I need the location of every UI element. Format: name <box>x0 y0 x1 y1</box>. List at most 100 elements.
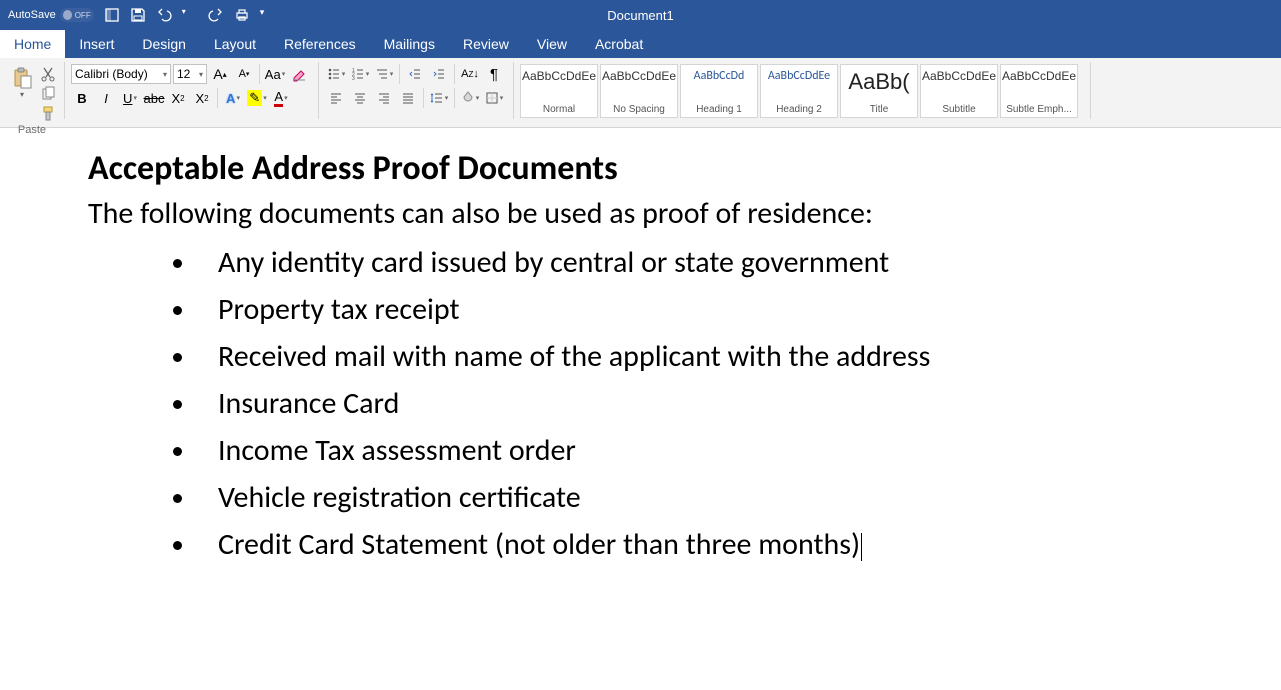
style-item[interactable]: AaBbCcDdEeHeading 2 <box>760 64 838 118</box>
style-sample: AaBbCcDd <box>694 69 745 83</box>
qat-customize-icon[interactable]: ▾ <box>260 7 276 23</box>
list-item: Any identity card issued by central or s… <box>198 244 1193 281</box>
change-case-button[interactable]: Aa▾ <box>264 64 286 84</box>
tab-design[interactable]: Design <box>128 30 200 58</box>
clipboard-group: ▾ Paste <box>6 62 65 119</box>
file-icon[interactable] <box>104 7 120 23</box>
style-sample: AaBbCcDdEe <box>522 69 596 83</box>
paste-dropdown-icon[interactable]: ▾ <box>20 90 24 99</box>
align-left-button[interactable] <box>325 88 347 108</box>
superscript-button[interactable]: X2 <box>191 88 213 108</box>
document-list: Any identity card issued by central or s… <box>88 244 1193 563</box>
paste-button[interactable]: ▾ <box>8 64 36 122</box>
grow-font-button[interactable]: A▴ <box>209 64 231 84</box>
numbering-button[interactable]: 123▾ <box>349 64 371 84</box>
document-heading: Acceptable Address Proof Documents <box>88 148 1193 189</box>
shrink-font-button[interactable]: A▾ <box>233 64 255 84</box>
style-sample: AaBb( <box>848 69 909 95</box>
sort-button[interactable]: AZ↓ <box>459 64 481 84</box>
justify-button[interactable] <box>397 88 419 108</box>
autosave-toggle[interactable]: OFF <box>60 8 94 22</box>
title-bar: AutoSave OFF ▾ ▾ Document1 <box>0 0 1281 30</box>
style-sample: AaBbCcDdEe <box>922 69 996 83</box>
svg-text:3: 3 <box>352 76 355 81</box>
ribbon: ▾ Paste Calibri (Body) ▾ 12 ▾ A▴ <box>0 58 1281 128</box>
style-label: Subtitle <box>942 104 975 115</box>
autosave-label: AutoSave <box>8 9 56 21</box>
list-item: Received mail with name of the applicant… <box>198 338 1193 375</box>
font-group: Calibri (Body) ▾ 12 ▾ A▴ A▾ Aa▾ B I U▾ a… <box>69 62 319 119</box>
font-size-value: 12 <box>177 67 190 81</box>
bold-button[interactable]: B <box>71 88 93 108</box>
document-intro: The following documents can also be used… <box>88 195 1193 232</box>
style-label: Heading 1 <box>696 104 742 115</box>
document-title: Document1 <box>607 8 673 23</box>
bullets-button[interactable]: ▾ <box>325 64 347 84</box>
paragraph-group: ▾ 123▾ ▾ AZ↓ ¶ ▾ ▾ ▾ <box>323 62 514 119</box>
undo-dropdown-icon[interactable]: ▾ <box>182 7 198 23</box>
multilevel-list-button[interactable]: ▾ <box>373 64 395 84</box>
increase-indent-button[interactable] <box>428 64 450 84</box>
line-spacing-button[interactable]: ▾ <box>428 88 450 108</box>
autosave-knob <box>63 10 72 20</box>
decrease-indent-button[interactable] <box>404 64 426 84</box>
style-label: Subtle Emph... <box>1006 104 1072 115</box>
list-item: Insurance Card <box>198 385 1193 422</box>
undo-icon[interactable] <box>156 7 172 23</box>
style-label: Title <box>870 104 889 115</box>
tab-acrobat[interactable]: Acrobat <box>581 30 657 58</box>
show-marks-button[interactable]: ¶ <box>483 64 505 84</box>
autosave-control[interactable]: AutoSave OFF <box>8 8 94 22</box>
font-size-combo[interactable]: 12 ▾ <box>173 64 207 84</box>
style-item[interactable]: AaBbCcDd Heading 1 <box>680 64 758 118</box>
style-item[interactable]: AaBbCcDdEe Subtitle <box>920 64 998 118</box>
tab-layout[interactable]: Layout <box>200 30 270 58</box>
tab-view[interactable]: View <box>523 30 581 58</box>
align-center-button[interactable] <box>349 88 371 108</box>
italic-button[interactable]: I <box>95 88 117 108</box>
copy-icon[interactable] <box>40 86 56 102</box>
style-item[interactable]: AaBbCcDdEe Subtle Emph... <box>1000 64 1078 118</box>
list-item: Income Tax assessment order <box>198 432 1193 469</box>
font-name-combo[interactable]: Calibri (Body) ▾ <box>71 64 171 84</box>
strikethrough-button[interactable]: abc <box>143 88 165 108</box>
style-sample: AaBbCcDdEe <box>602 69 676 83</box>
subscript-button[interactable]: X2 <box>167 88 189 108</box>
clear-formatting-button[interactable] <box>288 64 310 84</box>
style-item[interactable]: AaBb( Title <box>840 64 918 118</box>
borders-button[interactable]: ▾ <box>483 88 505 108</box>
tab-mailings[interactable]: Mailings <box>370 30 449 58</box>
tab-review[interactable]: Review <box>449 30 523 58</box>
redo-icon[interactable] <box>208 7 224 23</box>
highlight-button[interactable]: ✎▾ <box>246 88 268 108</box>
list-item: Property tax receipt <box>198 291 1193 328</box>
chevron-down-icon: ▾ <box>163 70 167 79</box>
list-item: Vehicle registration certificate <box>198 479 1193 516</box>
align-right-button[interactable] <box>373 88 395 108</box>
style-label: Normal <box>543 104 575 115</box>
style-sample: AaBbCcDdEe <box>1002 69 1076 83</box>
document-area[interactable]: Acceptable Address Proof Documents The f… <box>0 128 1281 593</box>
quick-access-toolbar: ▾ ▾ <box>104 7 276 23</box>
save-icon[interactable] <box>130 7 146 23</box>
style-item[interactable]: AaBbCcDdEe No Spacing <box>600 64 678 118</box>
print-icon[interactable] <box>234 7 250 23</box>
tab-insert[interactable]: Insert <box>65 30 128 58</box>
tab-references[interactable]: References <box>270 30 370 58</box>
style-item[interactable]: AaBbCcDdEe Normal <box>520 64 598 118</box>
text-effects-button[interactable]: A▾ <box>222 88 244 108</box>
ribbon-tabs: Home Insert Design Layout References Mai… <box>0 30 1281 58</box>
format-painter-icon[interactable] <box>40 106 56 122</box>
underline-button[interactable]: U▾ <box>119 88 141 108</box>
styles-group: AaBbCcDdEeNormalAaBbCcDdEeNo SpacingAaBb… <box>518 62 1091 119</box>
list-item: Credit Card Statement (not older than th… <box>198 526 1193 563</box>
font-name-value: Calibri (Body) <box>75 67 148 81</box>
style-label: Heading 2 <box>776 104 822 115</box>
autosave-state: OFF <box>75 11 91 20</box>
cut-icon[interactable] <box>40 66 56 82</box>
paste-label: Paste <box>8 124 56 136</box>
style-label: No Spacing <box>613 104 665 115</box>
tab-home[interactable]: Home <box>0 30 65 58</box>
font-color-button[interactable]: A▾ <box>270 88 292 108</box>
shading-button[interactable]: ▾ <box>459 88 481 108</box>
